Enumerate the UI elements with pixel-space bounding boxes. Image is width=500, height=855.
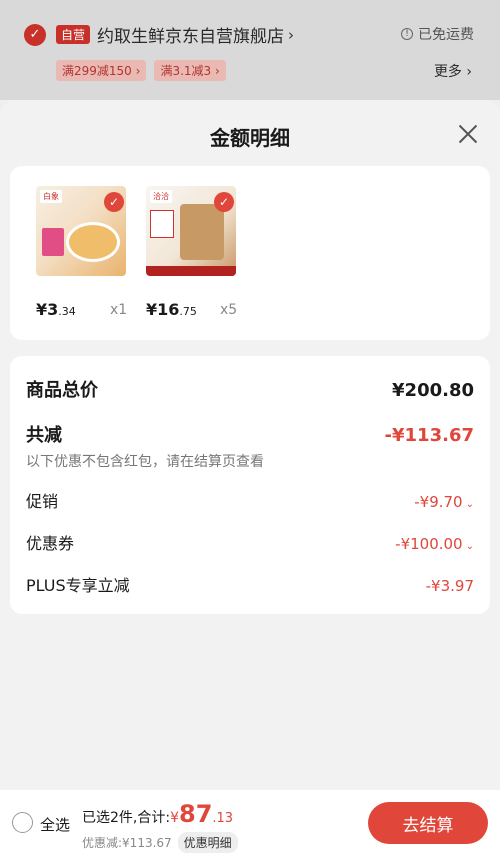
checkout-bar: 全选 已选2件,合计: ¥ 87 .13 优惠减:¥113.67 优惠明细 去结… bbox=[0, 790, 500, 855]
discount-text: 优惠减:¥113.67 bbox=[82, 836, 172, 850]
product-brand-label: 白象 bbox=[40, 190, 62, 203]
info-icon: ! bbox=[401, 28, 413, 40]
shipping-status: ! 已免运费 bbox=[401, 24, 474, 44]
plus-discount-row: PLUS专享立减 -¥3.97 bbox=[26, 572, 474, 596]
product-quantity: x1 bbox=[110, 302, 128, 318]
coupon-label: 优惠券 bbox=[26, 534, 75, 553]
total-amount-int: 87 bbox=[179, 800, 213, 828]
sheet-title: 金额明细 bbox=[210, 126, 290, 150]
checkout-button[interactable]: 去结算 bbox=[368, 802, 488, 844]
product-brand-label: 洽洽 bbox=[150, 190, 172, 203]
select-all-radio[interactable] bbox=[12, 812, 33, 833]
total-price-label: 商品总价 bbox=[26, 380, 98, 401]
total-amount-dec: .13 bbox=[212, 811, 234, 826]
shipping-text: 已免运费 bbox=[418, 27, 474, 43]
close-icon[interactable] bbox=[456, 122, 480, 146]
coupon-row[interactable]: 优惠券 -¥100.00 ⌄ bbox=[26, 530, 474, 554]
selected-total: 已选2件,合计: ¥ 87 .13 bbox=[82, 800, 233, 828]
chevron-right-icon[interactable]: › bbox=[288, 26, 294, 44]
package-label bbox=[42, 228, 64, 256]
package-banner bbox=[146, 266, 236, 276]
nuts-bag-graphic bbox=[180, 204, 224, 260]
coupon-value: -¥100.00 bbox=[395, 535, 463, 553]
chevron-down-icon[interactable]: ⌄ bbox=[466, 499, 474, 510]
more-link[interactable]: 更多 › bbox=[434, 61, 472, 81]
store-header: ✓ 自营 约取生鲜京东自营旗舰店 › ! 已免运费 满299减150 › 满3.… bbox=[0, 0, 500, 100]
check-icon: ✓ bbox=[104, 192, 124, 212]
promo-tag[interactable]: 满3.1减3 › bbox=[154, 60, 226, 81]
plus-discount-label: PLUS专享立减 bbox=[26, 576, 130, 595]
product-item[interactable]: 洽洽 ✓ ¥16.75 x5 bbox=[146, 186, 244, 319]
select-all-label[interactable]: 全选 bbox=[40, 814, 70, 835]
reduction-note: 以下优惠不包含红包，请在结算页查看 bbox=[26, 454, 264, 470]
products-card: 白象 ✓ ¥3.34 x1 洽洽 ✓ ¥16.75 x5 bbox=[10, 166, 490, 340]
noodle-bowl-graphic bbox=[66, 222, 120, 262]
product-image: 洽洽 ✓ bbox=[146, 186, 236, 276]
total-reduction-value: -¥113.67 bbox=[384, 425, 474, 446]
promotion-label: 促销 bbox=[26, 492, 59, 511]
amount-detail-sheet: 金额明细 白象 ✓ ¥3.34 x1 洽洽 ✓ ¥16.75 x5 商品总价 ¥… bbox=[0, 100, 500, 790]
product-price: ¥16.75 bbox=[146, 300, 197, 319]
package-label bbox=[150, 210, 174, 238]
self-operated-badge: 自营 bbox=[56, 25, 91, 44]
promo-tag[interactable]: 满299减150 › bbox=[56, 60, 147, 81]
promotion-value: -¥9.70 bbox=[414, 493, 463, 511]
total-price-value: ¥200.80 bbox=[392, 380, 474, 401]
plus-discount-value: -¥3.97 bbox=[425, 577, 474, 595]
product-price: ¥3.34 bbox=[36, 300, 76, 319]
currency-symbol: ¥ bbox=[170, 810, 179, 826]
price-summary-card: 商品总价 ¥200.80 共减 -¥113.67 以下优惠不包含红包，请在结算页… bbox=[10, 356, 490, 614]
product-image: 白象 ✓ bbox=[36, 186, 126, 276]
discount-line: 优惠减:¥113.67 优惠明细 bbox=[82, 832, 238, 853]
check-icon: ✓ bbox=[214, 192, 234, 212]
promo-tags: 满299减150 › 满3.1减3 › bbox=[56, 60, 226, 81]
promotion-row[interactable]: 促销 -¥9.70 ⌄ bbox=[26, 488, 474, 512]
store-row[interactable]: ✓ 自营 约取生鲜京东自营旗舰店 › bbox=[24, 22, 294, 47]
product-quantity: x5 bbox=[220, 302, 238, 318]
selected-count-text: 已选2件,合计: bbox=[82, 810, 171, 826]
total-reduction-label: 共减 bbox=[26, 425, 62, 446]
product-item[interactable]: 白象 ✓ ¥3.34 x1 bbox=[36, 186, 134, 319]
total-price-row: 商品总价 ¥200.80 bbox=[26, 376, 474, 402]
store-check-icon[interactable]: ✓ bbox=[24, 23, 46, 46]
chevron-down-icon[interactable]: ⌄ bbox=[466, 541, 474, 552]
total-reduction-row: 共减 -¥113.67 bbox=[26, 421, 474, 447]
discount-detail-button[interactable]: 优惠明细 bbox=[177, 832, 238, 853]
store-name[interactable]: 约取生鲜京东自营旗舰店 bbox=[97, 22, 284, 47]
